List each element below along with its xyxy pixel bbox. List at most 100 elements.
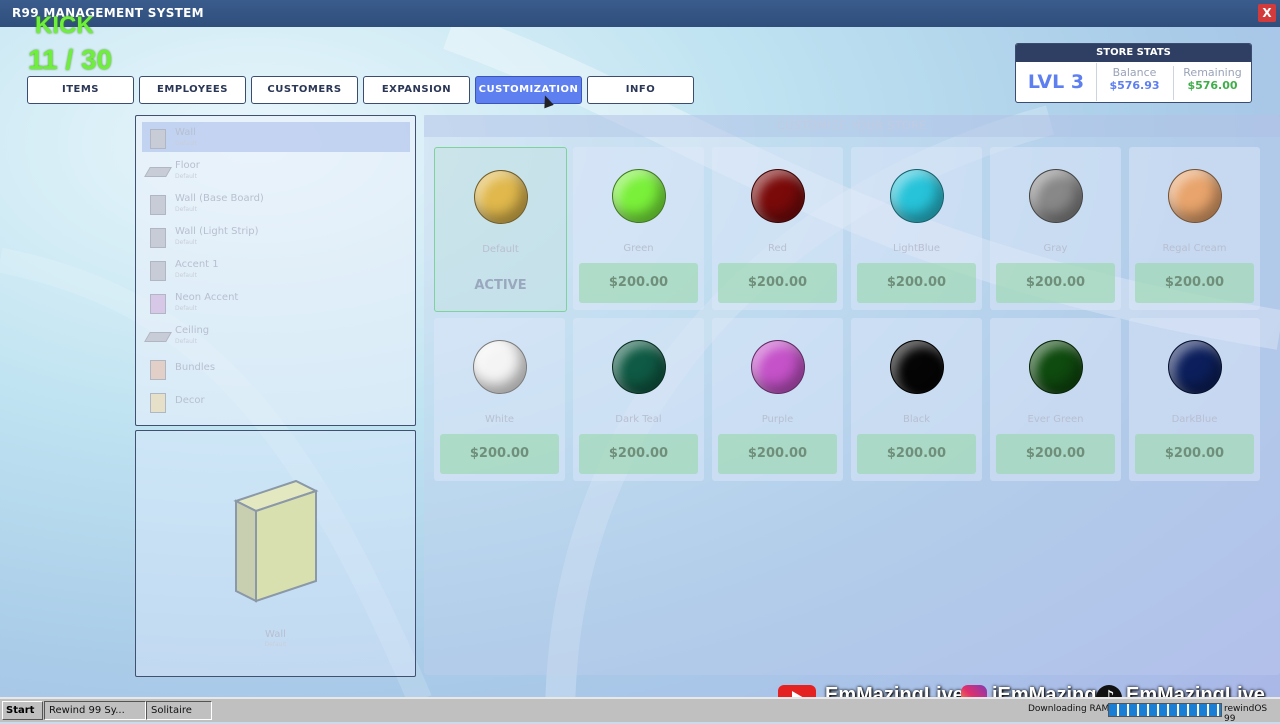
balance-stat: Balance $576.93 — [1096, 66, 1174, 100]
category-name: Decor — [175, 395, 205, 406]
preview-item-sub: Default — [264, 641, 287, 648]
buy-button[interactable]: $200.00 — [857, 263, 976, 303]
color-name: Ever Green — [1027, 414, 1084, 425]
customize-store-panel: CUSTOMIZE YOUR STORE Default ACTIVE Gree… — [424, 115, 1280, 675]
color-card-ever-green[interactable]: Ever Green $200.00 — [990, 318, 1121, 481]
category-item-bundles[interactable]: Bundles — [142, 353, 410, 383]
category-sub: Default — [175, 272, 197, 279]
color-card-darkblue[interactable]: DarkBlue $200.00 — [1129, 318, 1260, 481]
buy-button[interactable]: $200.00 — [1135, 434, 1254, 474]
buy-button[interactable]: $200.00 — [579, 263, 698, 303]
floor-icon — [144, 167, 172, 177]
color-swatch — [751, 169, 805, 223]
color-card-white[interactable]: White $200.00 — [434, 318, 565, 481]
color-card-regal-cream[interactable]: Regal Cream $200.00 — [1129, 147, 1260, 310]
category-sub: Default — [175, 338, 197, 345]
buy-button[interactable]: $200.00 — [440, 434, 559, 474]
buy-button[interactable]: $200.00 — [1135, 263, 1254, 303]
buy-button[interactable]: $200.00 — [718, 434, 837, 474]
color-card-red[interactable]: Red $200.00 — [712, 147, 843, 310]
window-titlebar: R99 MANAGEMENT SYSTEM X — [0, 0, 1280, 27]
color-swatch — [612, 169, 666, 223]
taskbar-item-rewind[interactable]: Rewind 99 Sy... — [44, 701, 146, 720]
color-name: Dark Teal — [615, 414, 662, 425]
decor-icon — [150, 393, 166, 413]
tab-expansion[interactable]: EXPANSION — [363, 76, 470, 104]
color-swatch — [474, 170, 528, 224]
wall-preview-image — [233, 479, 319, 603]
color-swatch — [1029, 169, 1083, 223]
category-sub: Default — [175, 173, 197, 180]
category-item-neon-accent[interactable]: Neon Accent Default — [142, 287, 410, 317]
color-name: DarkBlue — [1171, 414, 1218, 425]
color-card-lightblue[interactable]: LightBlue $200.00 — [851, 147, 982, 310]
taskbar: Start Rewind 99 Sy... Solitaire Download… — [0, 697, 1280, 724]
color-name: White — [484, 414, 515, 425]
color-swatch — [473, 340, 527, 394]
category-name: Wall (Light Strip) — [175, 226, 259, 237]
balance-value: $576.93 — [1109, 79, 1160, 92]
buy-button[interactable]: $200.00 — [579, 434, 698, 474]
download-status: Downloading RAM... — [1028, 704, 1118, 714]
category-sub: Default — [175, 140, 197, 147]
category-item-ceiling[interactable]: Ceiling Default — [142, 320, 410, 350]
color-swatch — [612, 340, 666, 394]
category-name: Accent 1 — [175, 259, 219, 270]
category-item-floor[interactable]: Floor Default — [142, 155, 410, 185]
category-name: Floor — [175, 160, 200, 171]
buy-button[interactable]: $200.00 — [718, 263, 837, 303]
remaining-stat: Remaining $576.00 — [1174, 66, 1251, 92]
color-name: Purple — [761, 414, 794, 425]
remaining-label: Remaining — [1183, 66, 1242, 79]
color-swatch — [1168, 169, 1222, 223]
start-button[interactable]: Start — [2, 701, 43, 720]
buy-button[interactable]: $200.00 — [996, 434, 1115, 474]
balance-label: Balance — [1112, 66, 1157, 79]
buy-button[interactable]: $200.00 — [996, 263, 1115, 303]
remaining-value: $576.00 — [1187, 79, 1238, 92]
color-card-default[interactable]: Default ACTIVE — [434, 147, 567, 312]
download-progress-fill — [1109, 704, 1221, 716]
download-progress-bar — [1108, 703, 1222, 717]
category-name: Wall — [175, 127, 196, 138]
color-card-purple[interactable]: Purple $200.00 — [712, 318, 843, 481]
color-card-black[interactable]: Black $200.00 — [851, 318, 982, 481]
tab-items[interactable]: ITEMS — [27, 76, 134, 104]
color-swatch — [890, 169, 944, 223]
wall-base-board-icon — [150, 195, 166, 215]
item-preview-panel: Wall Default — [135, 430, 416, 677]
color-name: Black — [902, 414, 931, 425]
customize-store-header: CUSTOMIZE YOUR STORE — [424, 115, 1280, 137]
store-level: LVL 3 — [1016, 63, 1097, 101]
category-sub: Default — [175, 305, 197, 312]
accent-icon — [150, 261, 166, 281]
color-swatch — [1168, 340, 1222, 394]
wall-light-strip-icon — [150, 228, 166, 248]
preview-item-name: Wall — [265, 629, 286, 640]
active-status: ACTIVE — [474, 278, 527, 293]
color-card-green[interactable]: Green $200.00 — [573, 147, 704, 310]
buy-button[interactable]: $200.00 — [857, 434, 976, 474]
category-item-wall-light-strip[interactable]: Wall (Light Strip) Default — [142, 221, 410, 251]
category-item-accent-1[interactable]: Accent 1 Default — [142, 254, 410, 284]
stream-overlay-count: 11 / 30 — [28, 44, 113, 75]
category-name: Bundles — [175, 362, 216, 373]
tab-employees[interactable]: EMPLOYEES — [139, 76, 246, 104]
category-list: Wall Default Floor Default Wall (Base Bo… — [135, 115, 416, 426]
category-item-wall-base-board[interactable]: Wall (Base Board) Default — [142, 188, 410, 218]
tab-info[interactable]: INFO — [587, 76, 694, 104]
tab-customization[interactable]: CUSTOMIZATION — [475, 76, 582, 104]
color-name: Gray — [1043, 243, 1068, 254]
taskbar-item-solitaire[interactable]: Solitaire — [146, 701, 212, 720]
category-item-wall[interactable]: Wall Default — [142, 122, 410, 152]
color-card-gray[interactable]: Gray $200.00 — [990, 147, 1121, 310]
color-name: Red — [768, 243, 787, 254]
close-button[interactable]: X — [1258, 4, 1276, 22]
category-item-decor[interactable]: Decor — [142, 386, 410, 416]
color-card-dark-teal[interactable]: Dark Teal $200.00 — [573, 318, 704, 481]
tab-customers[interactable]: CUSTOMERS — [251, 76, 358, 104]
category-sub: Default — [175, 239, 197, 246]
os-label: rewindOS 99 — [1224, 704, 1268, 724]
category-name: Ceiling — [175, 325, 210, 336]
color-name: Green — [623, 243, 654, 254]
